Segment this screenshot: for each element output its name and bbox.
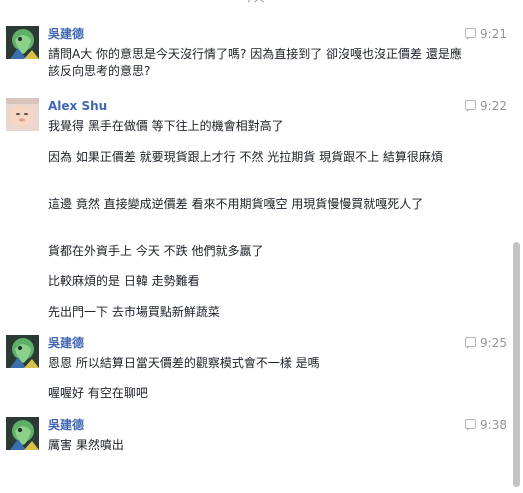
avatar-icon — [6, 26, 39, 59]
reply-icon — [465, 28, 477, 40]
avatar[interactable] — [6, 98, 39, 131]
message-text: 喔喔好 有空在聊吧 — [48, 386, 148, 400]
message-text: 比較麻煩的是 日韓 走勢難看 — [48, 274, 200, 288]
message-timestamp: 9:22 — [465, 99, 507, 114]
chat-conversation: 今天 吳建德 9:21 請問A大 你的意思是今天沒行情了嗎? 因為直接到了 卻沒… — [0, 0, 523, 493]
sender-name[interactable]: 吳建德 — [48, 336, 84, 351]
message-text: 先出門一下 去市場買點新鮮蔬菜 — [48, 305, 220, 319]
message-text: 恩恩 所以結算日當天價差的觀察模式會不一樣 是嗎 — [48, 356, 320, 370]
reply-icon — [465, 419, 477, 431]
message-text: 因為 如果正價差 就要現貨跟上才行 不然 光拉期貨 現貨跟不上 結算很麻煩 — [48, 150, 443, 164]
sender-name[interactable]: Alex Shu — [48, 99, 107, 114]
message-timestamp: 9:21 — [465, 27, 507, 42]
sender-name[interactable]: 吳建德 — [48, 418, 84, 433]
message-text: 這邊 竟然 直接變成逆價差 看來不用期貨嘎空 用現貨慢慢買就嘎死人了 — [48, 197, 424, 211]
reply-icon — [465, 100, 477, 112]
avatar-icon — [6, 417, 39, 450]
message-timestamp: 9:25 — [465, 336, 507, 351]
sender-name[interactable]: 吳建德 — [48, 27, 84, 42]
avatar-icon — [6, 98, 39, 131]
message-text: 厲害 果然噴出 — [48, 438, 124, 452]
avatar[interactable] — [6, 417, 39, 450]
message-timestamp: 9:38 — [465, 418, 507, 433]
reply-icon — [465, 337, 477, 349]
scrollbar[interactable] — [513, 0, 520, 493]
scrollbar-thumb[interactable] — [513, 242, 520, 487]
message-text: 我覺得 黑手在做價 等下往上的機會相對高了 — [48, 119, 284, 133]
message-text: 貨都在外資手上 今天 不跌 他們就多贏了 — [48, 244, 264, 258]
message-text: 請問A大 你的意思是今天沒行情了嗎? 因為直接到了 卻沒嘎也沒正價差 還是應該反… — [48, 47, 462, 78]
avatar-icon — [6, 335, 39, 368]
avatar[interactable] — [6, 26, 39, 59]
date-divider-label: 今天 — [234, 0, 273, 4]
avatar[interactable] — [6, 335, 39, 368]
date-divider: 今天 — [0, 0, 507, 6]
